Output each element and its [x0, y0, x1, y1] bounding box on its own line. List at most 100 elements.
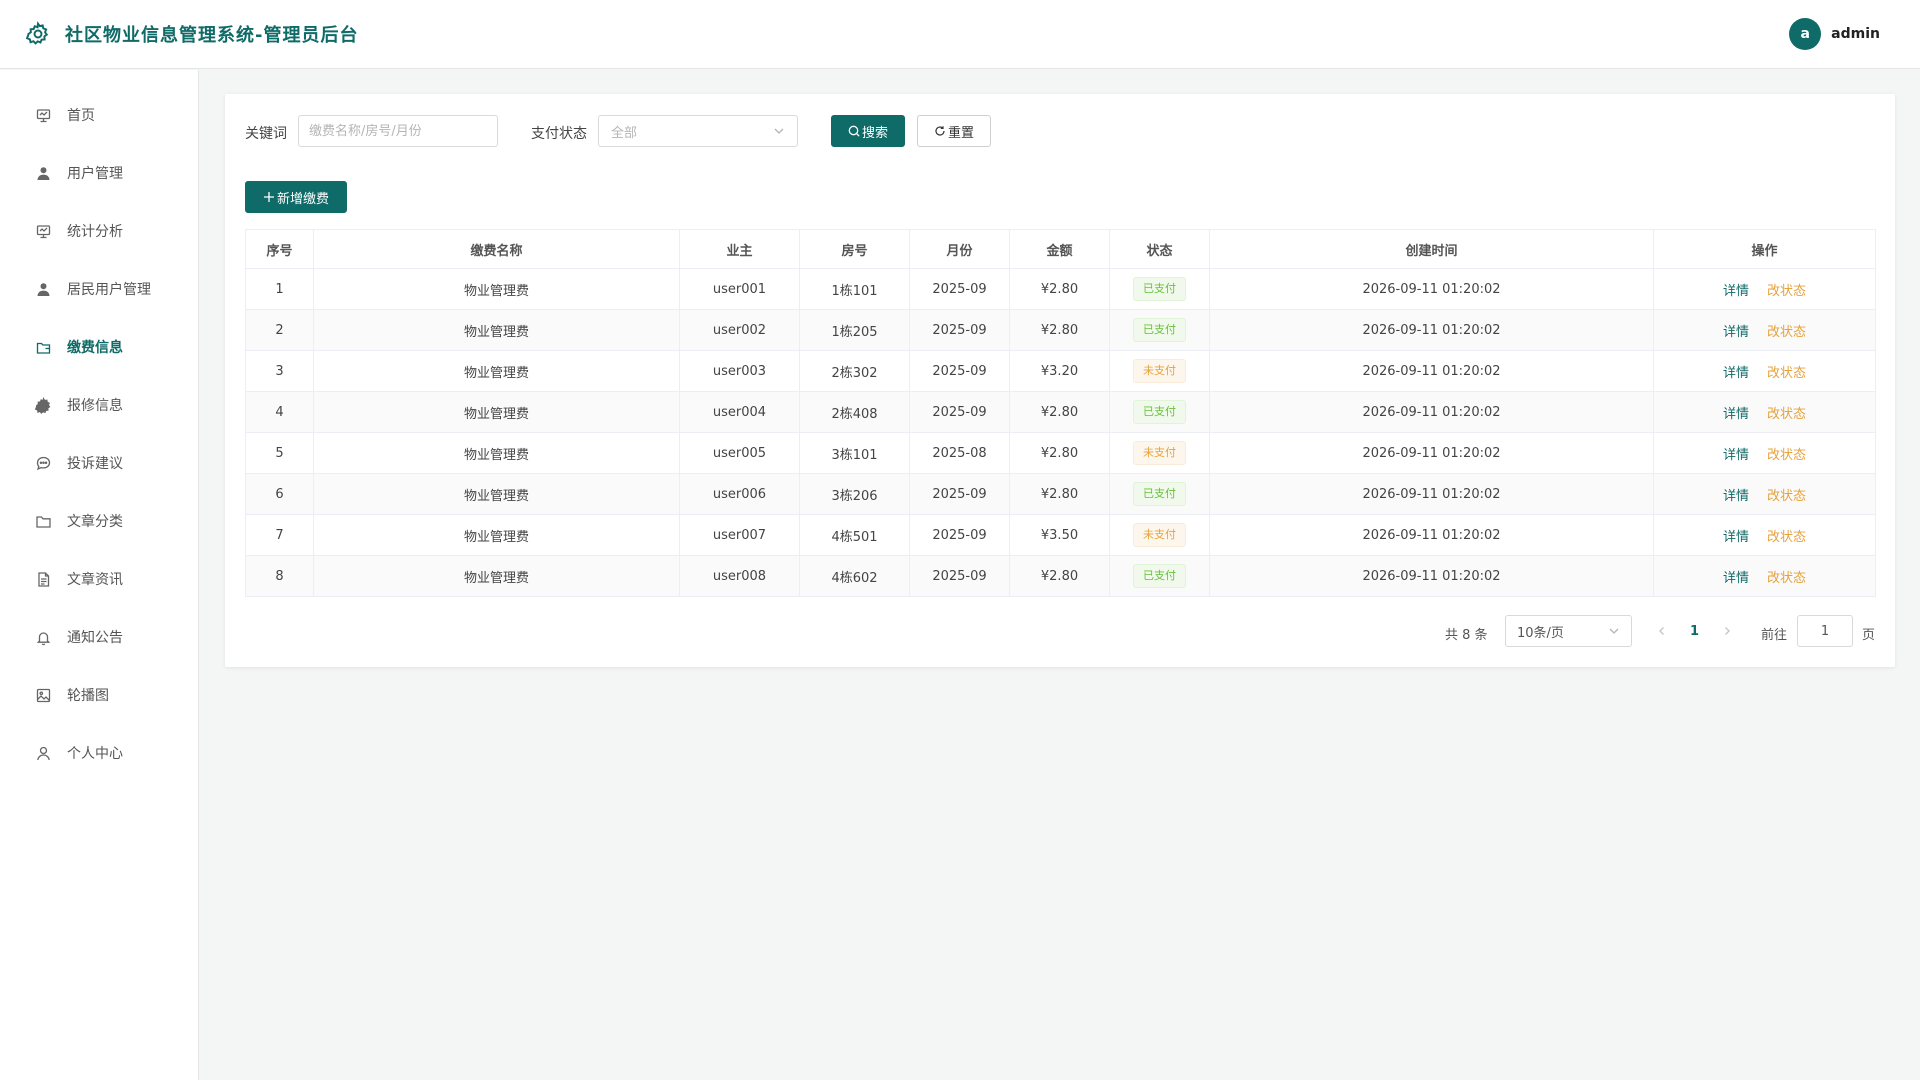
change-status-link[interactable]: 改状态: [1767, 407, 1806, 422]
status-badge: 已支付: [1133, 277, 1186, 301]
sidebar-item-label: 个人中心: [67, 746, 123, 762]
keyword-search-input[interactable]: [298, 115, 498, 147]
sidebar-item-label: 报修信息: [67, 398, 123, 414]
sidebar-item-1[interactable]: 首页: [0, 95, 199, 135]
cell-owner: user006: [679, 473, 800, 515]
user-icon: [37, 282, 50, 296]
cell-actions: 详情 改状态: [1653, 350, 1876, 392]
cell-month: 2025-09: [909, 514, 1010, 556]
user-icon: [37, 166, 50, 180]
cell-actions: 详情 改状态: [1653, 309, 1876, 351]
cell-actions: 详情 改状态: [1653, 391, 1876, 433]
cell-index: 3: [245, 350, 314, 392]
top-header: 社区物业信息管理系统-管理员后台 a admin: [0, 0, 1920, 69]
cell-amount: ¥2.80: [1009, 473, 1110, 515]
status-select[interactable]: 全部: [598, 115, 798, 147]
change-status-link[interactable]: 改状态: [1767, 325, 1806, 340]
cell-name: 物业管理费: [313, 514, 680, 556]
sidebar-item-label: 缴费信息: [67, 340, 123, 356]
cell-month: 2025-09: [909, 268, 1010, 310]
chevron-down-icon: [774, 128, 784, 134]
sidebar-item-8[interactable]: 文章分类: [0, 501, 199, 541]
cell-owner: user004: [679, 391, 800, 433]
add-payment-button[interactable]: 新增缴费: [245, 181, 347, 213]
sidebar-item-3[interactable]: 统计分析: [0, 211, 199, 251]
cell-name: 物业管理费: [313, 268, 680, 310]
sidebar-item-11[interactable]: 轮播图: [0, 675, 199, 715]
gear-logo-icon: [25, 21, 49, 45]
cell-amount: ¥3.20: [1009, 350, 1110, 392]
cell-created: 2026-09-11 01:20:02: [1209, 350, 1654, 392]
reset-button-label: 重置: [947, 125, 974, 141]
reset-button[interactable]: 重置: [917, 115, 991, 147]
column-header: 房号: [799, 229, 910, 269]
payment-table: 序号 缴费名称 业主 房号 月份 金额 状态 创建时间 操作 1 物业管理费 user001 1栋10…: [245, 229, 1876, 597]
bell-icon: [36, 631, 51, 645]
detail-link[interactable]: 详情: [1723, 448, 1749, 463]
page-number-current[interactable]: 1: [1690, 624, 1699, 639]
cell-month: 2025-09: [909, 555, 1010, 597]
status-badge: 已支付: [1133, 564, 1186, 588]
cell-amount: ¥2.80: [1009, 432, 1110, 474]
next-page-icon[interactable]: [1722, 626, 1732, 636]
detail-link[interactable]: 详情: [1723, 325, 1749, 340]
sidebar-item-4[interactable]: 居民用户管理: [0, 269, 199, 309]
goto-page-input[interactable]: [1797, 615, 1853, 647]
detail-link[interactable]: 详情: [1723, 571, 1749, 586]
change-status-link[interactable]: 改状态: [1767, 448, 1806, 463]
detail-link[interactable]: 详情: [1723, 407, 1749, 422]
avatar[interactable]: a: [1789, 18, 1822, 50]
username[interactable]: admin: [1831, 26, 1880, 42]
detail-link[interactable]: 详情: [1723, 489, 1749, 504]
sidebar-item-6[interactable]: 报修信息: [0, 385, 199, 425]
status-badge: 未支付: [1133, 359, 1186, 383]
change-status-link[interactable]: 改状态: [1767, 530, 1806, 545]
table-row: 3 物业管理费 user003 2栋302 2025-09 ¥3.20 未支付 2026-09…: [245, 350, 1876, 392]
cell-status: 未支付: [1109, 514, 1210, 556]
cell-amount: ¥2.80: [1009, 555, 1110, 597]
keyword-label: 关键词: [245, 126, 287, 142]
cell-owner: user005: [679, 432, 800, 474]
detail-link[interactable]: 详情: [1723, 366, 1749, 381]
sidebar-item-5[interactable]: 缴费信息: [0, 327, 199, 367]
sidebar-item-12[interactable]: 个人中心: [0, 733, 199, 773]
detail-link[interactable]: 详情: [1723, 284, 1749, 299]
prev-page-icon[interactable]: [1657, 626, 1667, 636]
user-menu[interactable]: a admin: [1789, 18, 1880, 50]
cell-status: 未支付: [1109, 432, 1210, 474]
change-status-link[interactable]: 改状态: [1767, 489, 1806, 504]
cell-actions: 详情 改状态: [1653, 473, 1876, 515]
sidebar-item-label: 居民用户管理: [67, 282, 151, 298]
status-badge: 已支付: [1133, 318, 1186, 342]
cell-amount: ¥2.80: [1009, 309, 1110, 351]
change-status-link[interactable]: 改状态: [1767, 284, 1806, 299]
table-row: 7 物业管理费 user007 4栋501 2025-09 ¥3.50 未支付 2026-09…: [245, 514, 1876, 556]
person-icon: [37, 746, 50, 760]
cell-room: 3栋206: [799, 473, 910, 515]
page-size-select[interactable]: 10条/页: [1505, 615, 1632, 647]
chevron-down-icon: [1609, 628, 1619, 634]
change-status-link[interactable]: 改状态: [1767, 366, 1806, 381]
cell-room: 4栋501: [799, 514, 910, 556]
sidebar-item-2[interactable]: 用户管理: [0, 153, 199, 193]
change-status-link[interactable]: 改状态: [1767, 571, 1806, 586]
cell-owner: user002: [679, 309, 800, 351]
cell-status: 未支付: [1109, 350, 1210, 392]
cell-actions: 详情 改状态: [1653, 268, 1876, 310]
sidebar-item-label: 文章分类: [67, 514, 123, 530]
column-header: 金额: [1009, 229, 1110, 269]
cell-name: 物业管理费: [313, 432, 680, 474]
cell-owner: user001: [679, 268, 800, 310]
sidebar-item-10[interactable]: 通知公告: [0, 617, 199, 657]
search-button[interactable]: 搜索: [831, 115, 905, 147]
sidebar-item-7[interactable]: 投诉建议: [0, 443, 199, 483]
cell-created: 2026-09-11 01:20:02: [1209, 473, 1654, 515]
cell-index: 7: [245, 514, 314, 556]
column-header: 操作: [1653, 229, 1876, 269]
cell-room: 1栋101: [799, 268, 910, 310]
picture-icon: [36, 688, 51, 702]
table-row: 6 物业管理费 user006 3栋206 2025-09 ¥2.80 已支付 2026-09…: [245, 473, 1876, 515]
folder-icon: [36, 515, 51, 528]
sidebar-item-9[interactable]: 文章资讯: [0, 559, 199, 599]
detail-link[interactable]: 详情: [1723, 530, 1749, 545]
